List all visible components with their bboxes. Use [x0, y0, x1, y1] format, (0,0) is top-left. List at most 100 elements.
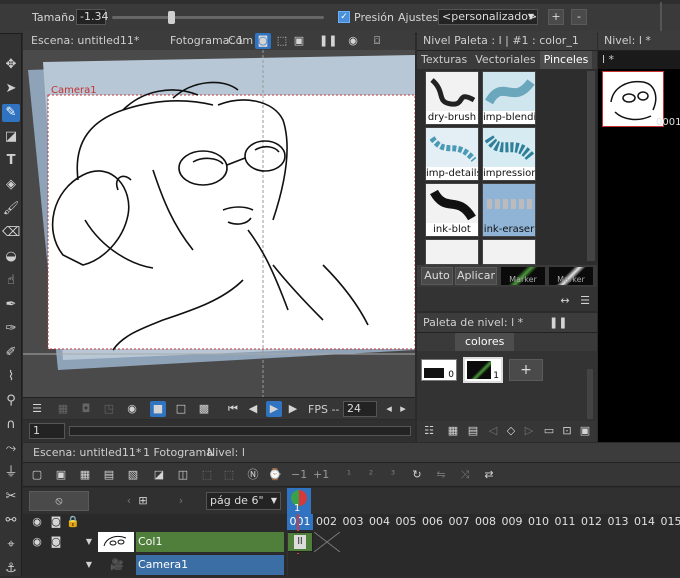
finger-tool-icon[interactable]: ☝: [2, 272, 20, 290]
iron-tool-icon[interactable]: ⏚: [2, 464, 20, 482]
preview-visible-icon[interactable]: ◉: [29, 534, 45, 550]
scene-viewer[interactable]: Camera1: [23, 50, 415, 397]
eraser-tool-icon[interactable]: ⌫: [2, 224, 20, 242]
diamond-icon[interactable]: ◇: [503, 423, 519, 439]
lock-icon[interactable]: 🔒: [65, 514, 81, 530]
frame-number[interactable]: 009: [499, 514, 525, 530]
menu-icon[interactable]: ☰: [29, 401, 45, 417]
fps-right-icon[interactable]: ▸: [395, 401, 411, 417]
frame-number[interactable]: 011: [552, 514, 578, 530]
brush-tool-icon[interactable]: ✎: [2, 104, 20, 122]
magnet-tool-icon[interactable]: ∩: [2, 416, 20, 434]
frame-number[interactable]: 007: [446, 514, 472, 530]
name-editor-icon[interactable]: ▭: [541, 423, 557, 439]
brush-swatch[interactable]: imp-details: [425, 127, 479, 181]
pinch-tool-icon[interactable]: ⌇: [2, 368, 20, 386]
layer-row[interactable]: ◉ ◙ ▼ Col1 ll: [23, 531, 680, 553]
page-dropdown[interactable]: pág de 6" ▼: [206, 492, 281, 510]
geometric-tool-icon[interactable]: ◪: [2, 128, 20, 146]
frame-number[interactable]: 013: [605, 514, 631, 530]
brush-swatch[interactable]: [482, 239, 536, 265]
pressure-checkbox[interactable]: ✓: [338, 11, 350, 23]
apply-button[interactable]: Aplicar: [455, 267, 497, 285]
tab-brushes[interactable]: Pinceles: [539, 51, 593, 69]
size-slider-track[interactable]: [112, 16, 324, 19]
menu-icon[interactable]: ☷: [421, 423, 437, 439]
pump-tool-icon[interactable]: ⚲: [2, 392, 20, 410]
menu-icon[interactable]: ☰: [577, 293, 593, 309]
brush-swatch[interactable]: imp-blending: [482, 71, 536, 125]
camera-view-icon[interactable]: ▣: [291, 33, 307, 49]
preview-icon[interactable]: ◉: [124, 401, 140, 417]
level-cell[interactable]: ll: [287, 532, 313, 552]
next-memo-icon[interactable]: ›: [173, 493, 189, 509]
brush-swatch[interactable]: ink-eraser: [482, 183, 536, 237]
play-icon[interactable]: ▶: [266, 401, 282, 417]
tab-textures[interactable]: Texturas: [417, 51, 471, 69]
prev-icon[interactable]: ◁: [485, 423, 501, 439]
view-mode-icon[interactable]: ▣: [577, 423, 593, 439]
keyframe-icon[interactable]: ⬚: [221, 467, 237, 483]
frame-number[interactable]: 002: [314, 514, 340, 530]
frame-number[interactable]: 003: [340, 514, 366, 530]
camstand-visible-icon[interactable]: ◙: [48, 534, 64, 550]
type-tool-icon[interactable]: T: [2, 152, 20, 170]
increase-step-icon[interactable]: ⇄: [481, 467, 497, 483]
tape-tool-icon[interactable]: ◒: [2, 248, 20, 266]
sub-camera-preview-icon[interactable]: ⌼: [369, 33, 385, 49]
bg-black-icon[interactable]: □: [173, 401, 189, 417]
level-frame-thumbnail[interactable]: [602, 71, 664, 127]
3d-view-icon[interactable]: ⬚: [274, 33, 290, 49]
fill-tool-icon[interactable]: ◈: [2, 176, 20, 194]
marker-swatch[interactable]: Marker: [501, 267, 545, 285]
snapshot-icon[interactable]: ◘: [78, 401, 94, 417]
prev-frame-icon[interactable]: ◀: [245, 401, 261, 417]
control-point-tool-icon[interactable]: ✐: [2, 344, 20, 362]
freeze-icon[interactable]: ❚❚: [549, 315, 567, 331]
layer-name[interactable]: Col1: [136, 532, 284, 552]
plus-one-button[interactable]: +1: [313, 468, 329, 481]
remove-preset-button[interactable]: -: [571, 9, 587, 25]
step-1-icon[interactable]: ¹: [341, 467, 357, 483]
new-vector-level-icon[interactable]: ▢: [29, 467, 45, 483]
frame-number[interactable]: 001: [287, 514, 313, 530]
size-slider-thumb[interactable]: [168, 11, 176, 24]
bg-checker-icon[interactable]: ▩: [196, 401, 212, 417]
preview-eye-icon[interactable]: ◉: [345, 33, 361, 49]
camera-stand-toggle-icon[interactable]: ◙: [255, 33, 271, 49]
frame-field[interactable]: 1: [29, 423, 65, 439]
lock-palette-icon[interactable]: ⊡: [559, 423, 575, 439]
frame-number[interactable]: 005: [393, 514, 419, 530]
frame-number[interactable]: 008: [473, 514, 499, 530]
size-field[interactable]: -1.34: [76, 9, 108, 25]
tab-colores[interactable]: colores: [455, 333, 515, 351]
freeze-icon[interactable]: ❚❚: [319, 33, 337, 49]
step-3-icon[interactable]: ³: [385, 467, 401, 483]
save-icon[interactable]: ▦: [55, 401, 71, 417]
swing-icon[interactable]: ⇋: [433, 467, 449, 483]
frame-number[interactable]: 012: [579, 514, 605, 530]
first-frame-icon[interactable]: ⏮: [225, 401, 241, 417]
bender-tool-icon[interactable]: ⤳: [2, 440, 20, 458]
paint-brush-tool-icon[interactable]: 🖌: [2, 200, 20, 218]
current-frame-marker[interactable]: 1: [287, 488, 311, 516]
frame-number[interactable]: 014: [632, 514, 658, 530]
save-palette-icon[interactable]: ▦: [445, 423, 461, 439]
swap-arrows-icon[interactable]: ↔: [557, 293, 573, 309]
style-picker-tool-icon[interactable]: ✒: [2, 296, 20, 314]
brush-swatch[interactable]: dry-brush: [425, 71, 479, 125]
brush-scrollbar[interactable]: [587, 71, 595, 261]
new-page-icon[interactable]: ▤: [465, 423, 481, 439]
frame-slider[interactable]: [69, 426, 411, 436]
animate-tool-icon[interactable]: ✥: [2, 56, 20, 74]
bg-white-icon[interactable]: ■: [150, 401, 166, 417]
reverse-icon[interactable]: ↻: [409, 467, 425, 483]
step-2-icon[interactable]: ²: [363, 467, 379, 483]
brush-swatch[interactable]: impressionism: [482, 127, 536, 181]
brush-swatch[interactable]: ink-blot: [425, 183, 479, 237]
tab-vectors[interactable]: Vectoriales: [471, 51, 539, 69]
new-raster-level-icon[interactable]: ▦: [77, 467, 93, 483]
layer-name[interactable]: Camera1: [136, 555, 284, 575]
next-icon[interactable]: ▷: [521, 423, 537, 439]
onion-skin-icon[interactable]: Ⓝ: [245, 467, 261, 483]
